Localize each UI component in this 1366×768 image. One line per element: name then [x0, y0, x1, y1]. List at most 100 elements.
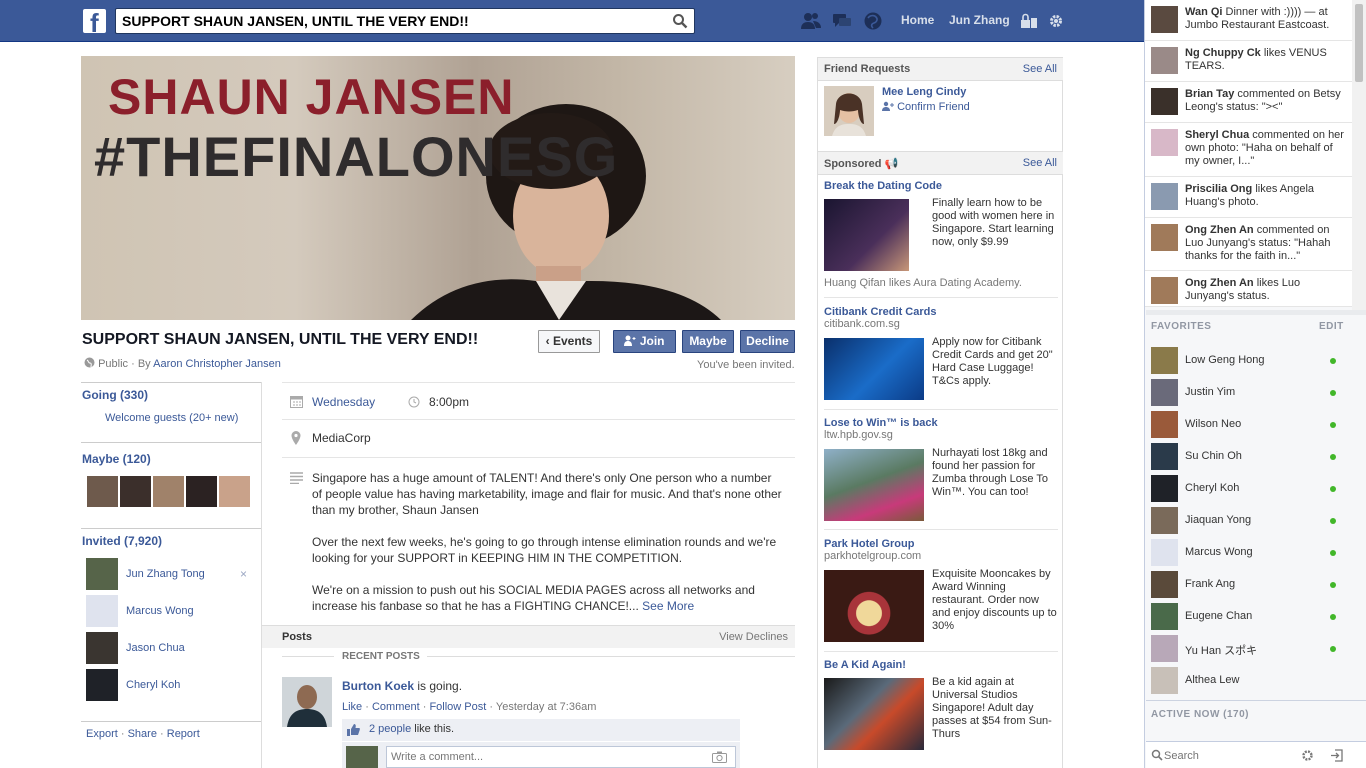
favorites-header: FAVORITES — [1151, 321, 1212, 332]
chat-contact[interactable]: Jiaquan Yong — [1145, 505, 1352, 537]
event-host-link[interactable]: Aaron Christopher Jansen — [153, 358, 281, 370]
ad-title[interactable]: Be A Kid Again! — [824, 659, 1060, 671]
settings-gear-icon[interactable] — [1048, 13, 1064, 29]
maybe-guest-avatar[interactable] — [219, 476, 250, 507]
ad-title[interactable]: Citibank Credit Cards — [824, 306, 1060, 318]
sponsored-ad[interactable]: Citibank Credit Cards citibank.com.sg Ap… — [824, 306, 1060, 400]
invited-count-link[interactable]: Invited (7,920) — [82, 534, 162, 548]
follow-post-link[interactable]: Follow Post — [429, 701, 486, 713]
favorites-edit-link[interactable]: EDIT — [1319, 321, 1344, 332]
join-button[interactable]: Join — [613, 330, 676, 353]
chat-contact[interactable]: Yu Han スポキ — [1145, 633, 1352, 665]
chat-contact[interactable]: Cheryl Koh — [1145, 473, 1352, 505]
camera-icon[interactable] — [712, 751, 727, 763]
going-count-link[interactable]: Going (330) — [82, 388, 148, 402]
messages-icon[interactable] — [831, 11, 853, 31]
like-link[interactable]: Like — [342, 701, 362, 713]
chat-contact[interactable]: Eugene Chan — [1145, 601, 1352, 633]
invited-person-row[interactable]: Jason Chua — [86, 632, 256, 664]
nav-home[interactable]: Home — [901, 13, 934, 27]
post-author-link[interactable]: Burton Koek — [342, 679, 414, 693]
sponsored-ad[interactable]: Be A Kid Again! Be a kid again at Univer… — [824, 659, 1060, 750]
friend-requests-see-all[interactable]: See All — [1023, 63, 1057, 75]
chat-contact[interactable]: Justin Yim — [1145, 377, 1352, 409]
sponsored-ad[interactable]: Park Hotel Group parkhotelgroup.com Exqu… — [824, 538, 1060, 642]
friend-requests-icon[interactable] — [800, 11, 822, 31]
maybe-button[interactable]: Maybe — [682, 330, 734, 353]
ad-image[interactable] — [824, 678, 924, 750]
chat-contact[interactable]: Frank Ang — [1145, 569, 1352, 601]
welcome-guests-link[interactable]: Welcome guests (20+ new) — [105, 412, 238, 424]
see-more-link[interactable]: See More — [642, 599, 694, 613]
event-cover-photo[interactable]: SHAUN JANSEN #THEFINALONESG — [81, 56, 795, 320]
chat-contact[interactable]: Marcus Wong — [1145, 537, 1352, 569]
ticker-story[interactable]: Ong Zhen An commented on Luo Junyang's s… — [1145, 218, 1352, 271]
post-author-avatar[interactable] — [282, 677, 332, 727]
invited-person-row[interactable]: Jun Zhang Tong × — [86, 558, 256, 590]
ticker-story[interactable]: Ong Zhen An likes Luo Junyang's status. — [1145, 271, 1352, 307]
notifications-icon[interactable] — [862, 11, 884, 31]
chat-settings-gear-icon[interactable] — [1301, 749, 1314, 762]
ticker-text: Ng Chuppy Ck likes VENUS TEARS. — [1185, 47, 1327, 72]
privacy-lock-icon[interactable] — [1020, 13, 1038, 29]
ad-image[interactable] — [824, 570, 924, 642]
ticker-story[interactable]: Sheryl Chua commented on her own photo: … — [1145, 123, 1352, 177]
friend-request-avatar[interactable] — [824, 86, 874, 136]
remove-icon[interactable]: × — [240, 567, 247, 581]
likes-people-link[interactable]: 2 people — [369, 723, 411, 735]
ad-title[interactable]: Park Hotel Group — [824, 538, 1060, 550]
pop-out-chat-icon[interactable] — [1330, 749, 1343, 762]
friend-request-name[interactable]: Mee Leng Cindy — [882, 86, 966, 98]
invited-person-name[interactable]: Jason Chua — [126, 642, 185, 654]
comment-link[interactable]: Comment — [372, 701, 420, 713]
facebook-logo[interactable]: f — [83, 9, 106, 33]
invited-person-row[interactable]: Cheryl Koh — [86, 669, 256, 701]
view-declines-link[interactable]: View Declines — [719, 631, 788, 643]
search-input[interactable] — [122, 12, 662, 30]
invited-person-name[interactable]: Marcus Wong — [126, 605, 194, 617]
maybe-guest-avatar[interactable] — [186, 476, 217, 507]
sponsored-ad[interactable]: Break the Dating Code Finally learn how … — [824, 180, 1060, 289]
ticker-story[interactable]: Brian Tay commented on Betsy Leong's sta… — [1145, 82, 1352, 123]
ad-title[interactable]: Lose to Win™ is back — [824, 417, 1060, 429]
chat-contact[interactable]: Althea Lew — [1145, 665, 1352, 697]
avatar — [1151, 571, 1178, 598]
report-link[interactable]: Report — [167, 728, 200, 740]
decline-button[interactable]: Decline — [740, 330, 795, 353]
ticker-story[interactable]: Wan Qi Dinner with :)))) — at Jumbo Rest… — [1145, 0, 1352, 41]
avatar — [1151, 277, 1178, 304]
ad-image[interactable] — [824, 449, 924, 521]
events-back-button[interactable]: ‹ Events — [538, 330, 600, 353]
ad-image[interactable] — [824, 199, 909, 271]
avatar — [1151, 347, 1178, 374]
invited-person-row[interactable]: Marcus Wong — [86, 595, 256, 627]
maybe-guest-avatar[interactable] — [87, 476, 118, 507]
chat-contact[interactable]: Low Geng Hong — [1145, 345, 1352, 377]
ad-title[interactable]: Break the Dating Code — [824, 180, 1060, 192]
share-link[interactable]: Share — [128, 728, 157, 740]
post-timestamp[interactable]: Yesterday at 7:36am — [496, 701, 597, 713]
ticker-story[interactable]: Ng Chuppy Ck likes VENUS TEARS. — [1145, 41, 1352, 82]
maybe-guest-avatar[interactable] — [120, 476, 151, 507]
chat-contact[interactable]: Su Chin Oh — [1145, 441, 1352, 473]
search-icon[interactable] — [672, 13, 688, 29]
search-box[interactable] — [115, 8, 695, 34]
maybe-count-link[interactable]: Maybe (120) — [82, 452, 151, 466]
comment-input[interactable]: Write a comment... — [386, 746, 736, 768]
sponsored-see-all[interactable]: See All — [1023, 157, 1057, 169]
chat-search-bar — [1146, 741, 1366, 768]
invited-person-name[interactable]: Cheryl Koh — [126, 679, 180, 691]
ad-image[interactable] — [824, 338, 924, 400]
chat-contact[interactable]: Wilson Neo — [1145, 409, 1352, 441]
chat-search-input[interactable] — [1164, 748, 1289, 763]
invited-person-name[interactable]: Jun Zhang Tong — [126, 568, 205, 580]
confirm-friend-link[interactable]: Confirm Friend — [882, 101, 970, 113]
maybe-guest-avatar[interactable] — [153, 476, 184, 507]
nav-profile[interactable]: Jun Zhang — [949, 13, 1010, 27]
sponsored-ad[interactable]: Lose to Win™ is back ltw.hpb.gov.sg Nurh… — [824, 417, 1060, 521]
avatar — [86, 669, 118, 701]
export-link[interactable]: Export — [86, 728, 118, 740]
event-day[interactable]: Wednesday — [312, 395, 375, 409]
ticker-story[interactable]: Priscilia Ong likes Angela Huang's photo… — [1145, 177, 1352, 218]
post-likes-bar: 2 people like this. — [342, 719, 740, 741]
